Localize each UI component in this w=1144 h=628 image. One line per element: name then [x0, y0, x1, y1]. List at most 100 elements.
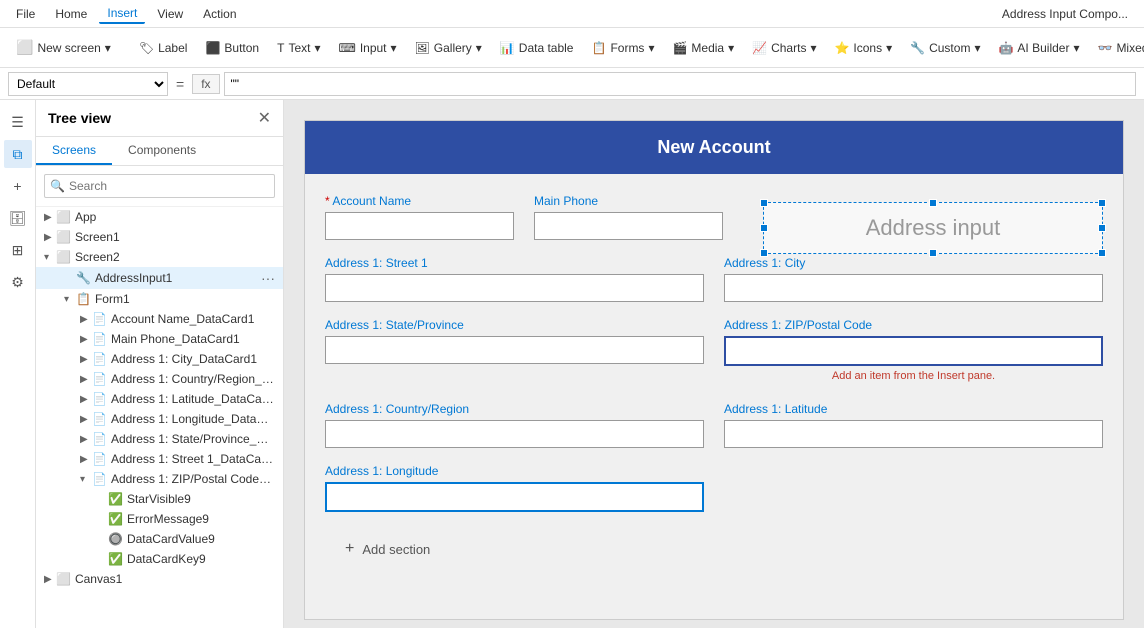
forms-label: Forms	[610, 41, 644, 55]
variable-strip-icon[interactable]: ⊞	[4, 236, 32, 264]
icons-button[interactable]: ⭐ Icons ▾	[826, 37, 900, 59]
handle-tl[interactable]	[760, 199, 768, 207]
input-main-phone[interactable]	[534, 212, 723, 240]
text-chevron: ▾	[314, 41, 320, 55]
settings-strip-icon[interactable]: ⚙	[4, 268, 32, 296]
tree-item-latitude-dc[interactable]: ▶ 📄 Address 1: Latitude_DataCard1	[36, 389, 283, 409]
input-country[interactable]	[325, 420, 704, 448]
tree-item-form1[interactable]: ▾ 📋 Form1	[36, 289, 283, 309]
city-dc-expander: ▶	[80, 354, 92, 365]
custom-button[interactable]: 🔧 Custom ▾	[902, 37, 988, 59]
tree-item-city-dc[interactable]: ▶ 📄 Address 1: City_DataCard1	[36, 349, 283, 369]
ai-builder-button[interactable]: 🤖 AI Builder ▾	[990, 37, 1087, 59]
label-latitude: Address 1: Latitude	[724, 402, 1103, 416]
toolbar: ⬜ New screen ▾ 🏷 Label ⬛ Button T Text ▾…	[0, 28, 1144, 68]
forms-button[interactable]: 📋 Forms ▾	[583, 37, 662, 59]
tree-item-datacardvalue9[interactable]: 🔘 DataCardValue9	[36, 529, 283, 549]
new-screen-button[interactable]: ⬜ New screen ▾	[8, 35, 119, 60]
canvas-area[interactable]: New Account Address input	[284, 100, 1144, 628]
handle-mr[interactable]	[1098, 224, 1106, 232]
tab-components[interactable]: Components	[112, 137, 212, 165]
input-street1[interactable]	[325, 274, 704, 302]
input-longitude[interactable]	[325, 482, 704, 512]
formula-fx[interactable]: fx	[192, 74, 219, 94]
sidebar-close-button[interactable]: ✕	[258, 108, 271, 128]
tree-item-zip-dc[interactable]: ▾ 📄 Address 1: ZIP/Postal Code_DataCarc	[36, 469, 283, 489]
data-table-button[interactable]: 📊 Data table	[492, 37, 582, 59]
input-chevron: ▾	[391, 41, 397, 55]
datacardkey9-icon: ✅	[108, 552, 123, 566]
addressinput1-more[interactable]: ···	[261, 270, 275, 286]
input-button[interactable]: ⌨ Input ▾	[330, 37, 404, 59]
add-section[interactable]: + Add section	[325, 528, 1103, 570]
menu-home[interactable]: Home	[47, 5, 95, 23]
add-strip-icon[interactable]: +	[4, 172, 32, 200]
tree-item-longitude-dc[interactable]: ▶ 📄 Address 1: Longitude_DataCard1	[36, 409, 283, 429]
new-screen-icon: ⬜	[16, 39, 33, 56]
menu-file[interactable]: File	[8, 5, 43, 23]
label-button[interactable]: 🏷 Label	[131, 37, 196, 59]
tree-item-screen2[interactable]: ▾ ⬜ Screen2	[36, 247, 283, 267]
sidebar-search-container: 🔍	[36, 166, 283, 207]
text-button[interactable]: T Text ▾	[269, 37, 328, 59]
tree-item-starvisible9[interactable]: ✅ StarVisible9	[36, 489, 283, 509]
main-phone-dc-icon: 📄	[92, 332, 107, 346]
menu-strip-icon[interactable]: ☰	[4, 108, 32, 136]
input-latitude[interactable]	[724, 420, 1103, 448]
input-zip[interactable]	[724, 336, 1103, 366]
tree-item-main-phone-dc[interactable]: ▶ 📄 Main Phone_DataCard1	[36, 329, 283, 349]
form-canvas: New Account Address input	[304, 120, 1124, 620]
formula-input[interactable]	[224, 72, 1136, 96]
charts-button[interactable]: 📈 Charts ▾	[744, 37, 824, 59]
zip-dc-icon: 📄	[92, 472, 107, 486]
layers-strip-icon[interactable]: ⧉	[4, 140, 32, 168]
data-strip-icon[interactable]: 🗄	[4, 204, 32, 232]
menu-action[interactable]: Action	[195, 5, 244, 23]
tree-item-country-dc[interactable]: ▶ 📄 Address 1: Country/Region_DataCarc	[36, 369, 283, 389]
mixed-reality-button[interactable]: 👓 Mixed Reality ▾	[1089, 37, 1144, 59]
tree-item-state-dc[interactable]: ▶ 📄 Address 1: State/Province_DataCard1	[36, 429, 283, 449]
tree-item-street1-dc[interactable]: ▶ 📄 Address 1: Street 1_DataCard1	[36, 449, 283, 469]
field-city: Address 1: City	[724, 256, 1103, 302]
tree-item-addressinput1[interactable]: 🔧 AddressInput1 ···	[36, 267, 283, 289]
field-account-name: Account Name	[325, 194, 514, 240]
field-longitude: Address 1: Longitude	[325, 464, 704, 512]
formula-dropdown[interactable]: Default	[8, 72, 168, 96]
tree-item-screen1[interactable]: ▶ ⬜ Screen1	[36, 227, 283, 247]
icon-strip: ☰ ⧉ + 🗄 ⊞ ⚙	[0, 100, 36, 628]
gallery-button[interactable]: 🖼 Gallery ▾	[407, 37, 490, 59]
handle-bl[interactable]	[760, 249, 768, 257]
tree-item-canvas1[interactable]: ▶ ⬜ Canvas1	[36, 569, 283, 589]
input-state[interactable]	[325, 336, 704, 364]
handle-ml[interactable]	[760, 224, 768, 232]
handle-bm[interactable]	[929, 249, 937, 257]
form1-expander: ▾	[64, 294, 76, 305]
tree-item-app[interactable]: ▶ ⬜ App	[36, 207, 283, 227]
input-city[interactable]	[724, 274, 1103, 302]
longitude-dc-expander: ▶	[80, 414, 92, 425]
gallery-chevron: ▾	[476, 41, 482, 55]
input-account-name[interactable]	[325, 212, 514, 240]
label-icon: 🏷	[139, 41, 154, 55]
latitude-dc-icon: 📄	[92, 392, 107, 406]
tree-item-errormessage9[interactable]: ✅ ErrorMessage9	[36, 509, 283, 529]
handle-tr[interactable]	[1098, 199, 1106, 207]
address-input-overlay[interactable]: Address input	[763, 202, 1103, 254]
tree-item-datacardkey9[interactable]: ✅ DataCardKey9	[36, 549, 283, 569]
menu-view[interactable]: View	[149, 5, 191, 23]
button-button[interactable]: ⬛ Button	[197, 37, 267, 59]
label-city: Address 1: City	[724, 256, 1103, 270]
app-icon: ⬜	[56, 210, 71, 224]
tree-item-account-name-dc[interactable]: ▶ 📄 Account Name_DataCard1	[36, 309, 283, 329]
screen1-icon: ⬜	[56, 230, 71, 244]
menu-insert[interactable]: Insert	[99, 4, 145, 24]
sidebar-header: Tree view ✕	[36, 100, 283, 137]
label-label: Label	[158, 41, 187, 55]
media-button[interactable]: 🎬 Media ▾	[664, 37, 742, 59]
tab-screens[interactable]: Screens	[36, 137, 112, 165]
ai-builder-icon: 🤖	[998, 41, 1013, 55]
handle-tm[interactable]	[929, 199, 937, 207]
handle-br[interactable]	[1098, 249, 1106, 257]
search-input[interactable]	[44, 174, 275, 198]
field-street1: Address 1: Street 1	[325, 256, 704, 302]
